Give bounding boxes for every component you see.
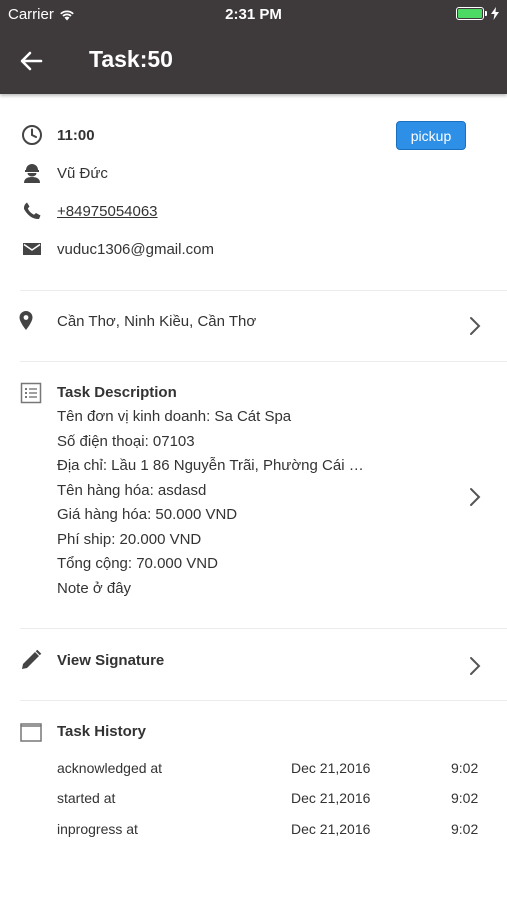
phone-icon <box>20 199 44 223</box>
nav-bar: Task:50 <box>0 28 507 94</box>
description-line: Note ở đây <box>57 580 132 597</box>
history-event: acknowledged at <box>57 760 163 776</box>
description-line: Địa chỉ: Lầu 1 86 Nguyễn Trãi, Phường Cá… <box>57 457 364 474</box>
pickup-button[interactable]: pickup <box>396 121 466 150</box>
location-address[interactable]: Cần Thơ, Ninh Kiều, Cần Thơ <box>57 313 256 330</box>
battery-level <box>458 9 482 18</box>
status-bar: Carrier 2:31 PM <box>0 0 507 28</box>
divider <box>20 290 507 291</box>
description-line: Giá hàng hóa: 50.000 VND <box>57 506 238 523</box>
pickup-time: 11:00 <box>57 127 95 144</box>
history-date: Dec 21,2016 <box>291 790 371 806</box>
battery-indicator <box>456 7 499 20</box>
page-title: Task:50 <box>89 46 173 72</box>
description-line: Phí ship: 20.000 VND <box>57 531 202 548</box>
description-line: Tên hàng hóa: asdasd <box>57 482 207 499</box>
battery-icon <box>456 7 487 20</box>
divider <box>20 628 507 629</box>
folder-icon <box>19 720 43 744</box>
clock: 2:31 PM <box>225 6 282 23</box>
history-event: started at <box>57 790 116 806</box>
pencil-icon <box>19 648 43 672</box>
history-time: 9:02 <box>451 760 479 776</box>
contact-name: Vũ Đức <box>57 165 108 182</box>
map-pin-icon <box>14 309 38 333</box>
chevron-right-icon[interactable] <box>467 655 483 677</box>
history-event: inprogress at <box>57 821 138 837</box>
divider <box>20 361 507 362</box>
history-time: 9:02 <box>451 790 479 806</box>
description-heading: Task Description <box>57 384 177 401</box>
chevron-right-icon[interactable] <box>467 486 483 508</box>
view-signature-link[interactable]: View Signature <box>57 652 164 669</box>
charging-bolt-icon <box>491 7 499 20</box>
phone-link[interactable]: +84975054063 <box>57 203 158 220</box>
list-icon <box>19 381 43 405</box>
history-heading: Task History <box>57 723 146 740</box>
email-icon <box>20 237 44 261</box>
clock-icon <box>20 123 44 147</box>
chevron-right-icon[interactable] <box>467 315 483 337</box>
description-line: Số điện thoại: 07103 <box>57 433 195 450</box>
person-icon <box>20 161 44 185</box>
description-line: Tổng cộng: 70.000 VND <box>57 555 218 572</box>
back-button[interactable] <box>14 46 48 76</box>
history-date: Dec 21,2016 <box>291 821 371 837</box>
description-line: Tên đơn vị kinh doanh: Sa Cát Spa <box>57 408 292 425</box>
history-date: Dec 21,2016 <box>291 760 371 776</box>
history-time: 9:02 <box>451 821 479 837</box>
contact-email: vuduc1306@gmail.com <box>57 241 214 258</box>
divider <box>20 700 507 701</box>
arrow-left-icon <box>20 51 43 71</box>
